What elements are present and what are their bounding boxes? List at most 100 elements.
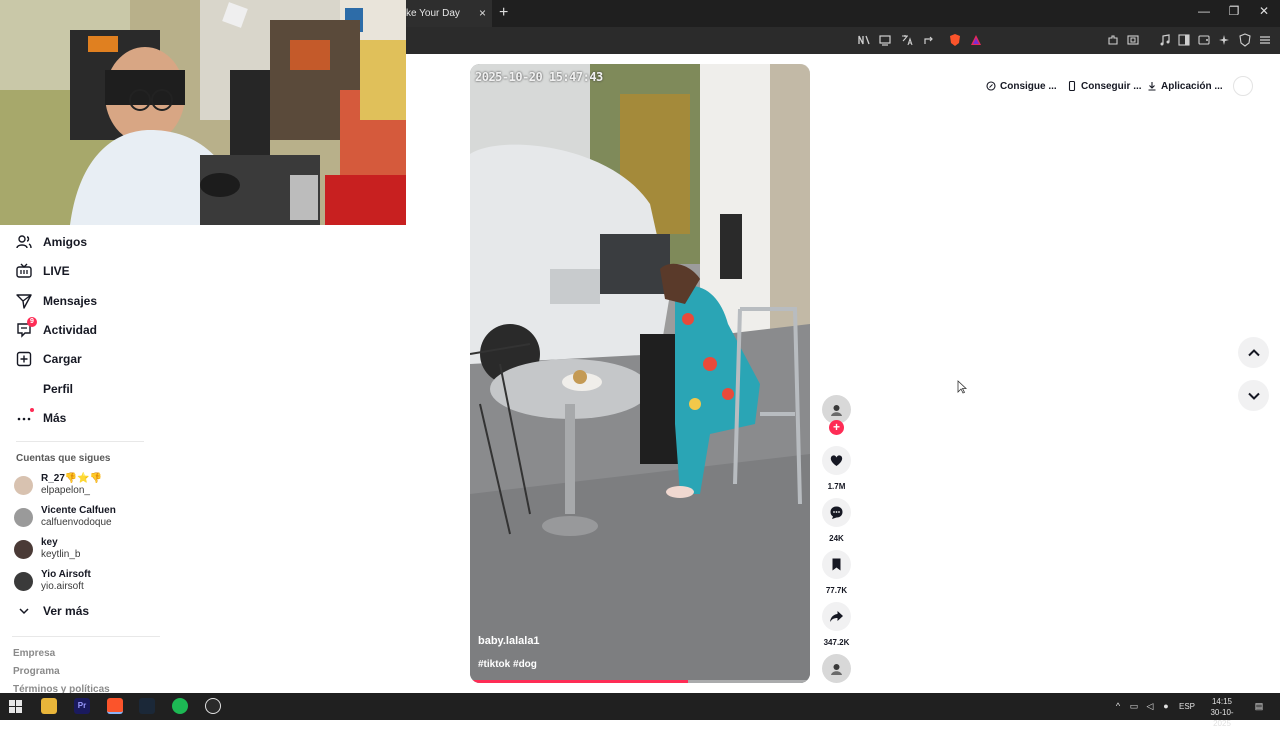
heart-icon — [830, 455, 843, 466]
windows-start-icon[interactable] — [9, 700, 22, 713]
activity-icon: 9 — [16, 317, 37, 338]
following-account[interactable]: R_27👎⭐👎 elpapelon_ — [14, 472, 102, 498]
vpn-shield-icon[interactable] — [1238, 33, 1252, 47]
footer-link-programa[interactable]: Programa — [13, 666, 60, 677]
mouse-cursor-icon — [957, 380, 967, 394]
brave-shields-icon[interactable] — [948, 33, 962, 47]
tab-title: ke Your Day — [406, 8, 460, 19]
account-name: Vicente Calfuen — [41, 505, 116, 516]
following-account[interactable]: key keytlin_b — [14, 536, 80, 562]
sidebar-item-label: LIVE — [43, 264, 70, 278]
desktop-app-link[interactable]: Aplicación ... — [1147, 77, 1223, 95]
keyboard-language[interactable]: ESP — [1179, 702, 1195, 711]
save-button[interactable] — [822, 550, 851, 579]
follow-button[interactable]: + — [829, 420, 844, 435]
video-hashtags[interactable]: #tiktok #dog — [478, 659, 537, 670]
media-music-icon[interactable] — [1158, 33, 1172, 47]
sidebar-item-label: Más — [43, 411, 67, 425]
live-tv-icon — [16, 263, 32, 279]
following-account[interactable]: Vicente Calfuen calfuenvodoque — [14, 504, 116, 530]
brave-browser-icon[interactable] — [107, 698, 123, 714]
next-video-button[interactable] — [1238, 380, 1269, 411]
get-coins-link[interactable]: Consigue ... — [986, 77, 1057, 95]
new-indicator-dot — [30, 408, 34, 412]
menu-hamburger-icon[interactable] — [1258, 33, 1272, 47]
steam-icon[interactable] — [139, 698, 155, 714]
share-button[interactable] — [822, 602, 851, 631]
file-explorer-icon[interactable] — [41, 698, 57, 714]
send-icon — [16, 293, 32, 309]
screenshot-icon[interactable] — [1126, 33, 1140, 47]
video-player[interactable]: 2025-10-20 15:47:43 baby.lalala1 #tiktok… — [470, 64, 810, 683]
bookmark-icon — [832, 558, 841, 571]
minimize-button[interactable]: — — [1192, 4, 1216, 18]
sidebar-item-perfil[interactable]: Perfil — [16, 378, 73, 400]
get-app-link[interactable]: Conseguir ... — [1067, 77, 1142, 95]
sidebar-item-mensajes[interactable]: Mensajes — [16, 290, 97, 312]
sidebar-toggle-icon[interactable] — [1177, 33, 1191, 47]
browser-tab[interactable]: ke Your Day × — [396, 0, 492, 27]
save-count: 77.7K — [825, 586, 848, 595]
sidebar-item-label: Amigos — [43, 235, 88, 249]
clock-date: 30-10-2025 — [1210, 708, 1234, 728]
video-progress-fill — [470, 680, 688, 683]
sidebar-item-label: Actividad — [43, 323, 98, 337]
microphone-icon[interactable]: ● — [1161, 701, 1171, 711]
like-button[interactable] — [822, 446, 851, 475]
avatar — [14, 571, 33, 591]
new-tab-button[interactable]: + — [499, 4, 508, 22]
windows-taskbar — [0, 693, 1280, 720]
share-count: 347.2K — [823, 638, 850, 647]
webcam-feed-image — [0, 0, 406, 225]
restore-button[interactable]: ❐ — [1222, 4, 1246, 18]
premiere-pro-icon[interactable]: Pr — [74, 698, 90, 714]
volume-icon[interactable]: ◁ — [1145, 701, 1155, 711]
extensions-icon[interactable] — [1106, 33, 1120, 47]
share-icon[interactable] — [922, 33, 936, 47]
leo-ai-icon[interactable] — [1218, 33, 1232, 47]
following-section-title: Cuentas que sigues — [16, 453, 111, 464]
network-icon[interactable]: ▭ — [1129, 701, 1139, 711]
translate-icon[interactable] — [900, 33, 914, 47]
video-author[interactable]: baby.lalala1 — [478, 635, 540, 647]
account-name: Yio Airsoft — [41, 569, 91, 580]
brave-rewards-icon[interactable] — [969, 33, 983, 47]
tray-overflow-icon[interactable]: ^ — [1113, 701, 1123, 711]
pill-label: Conseguir ... — [1081, 80, 1142, 92]
cast-icon[interactable] — [878, 33, 892, 47]
see-more-button[interactable]: Ver más — [16, 600, 89, 622]
following-account[interactable]: Yio Airsoft yio.airsoft — [14, 568, 91, 594]
footer-link-empresa[interactable]: Empresa — [13, 648, 55, 659]
avatar — [14, 475, 33, 495]
profile-avatar-button[interactable] — [1233, 76, 1253, 96]
clock-time: 14:15 — [1211, 697, 1233, 706]
share-arrow-icon — [830, 611, 843, 622]
phone-icon — [1067, 81, 1077, 91]
wallet-icon[interactable] — [1197, 33, 1211, 47]
sidebar-divider — [12, 636, 160, 637]
obs-studio-icon[interactable] — [205, 698, 221, 714]
window-close-button[interactable]: ✕ — [1252, 4, 1276, 18]
account-name: key — [41, 537, 58, 548]
more-dots-icon — [16, 408, 34, 426]
music-disc-avatar[interactable] — [822, 654, 851, 683]
video-timestamp-overlay: 2025-10-20 15:47:43 — [475, 70, 603, 84]
reader-mode-icon[interactable] — [857, 33, 871, 47]
chevron-down-icon — [1247, 392, 1260, 400]
spotify-icon[interactable] — [172, 698, 188, 714]
sidebar-item-amigos[interactable]: Amigos — [16, 231, 87, 253]
users-icon — [16, 234, 32, 250]
sidebar-divider — [16, 441, 144, 442]
pill-label: Aplicación ... — [1161, 80, 1223, 92]
account-username: keytlin_b — [41, 549, 81, 560]
previous-video-button[interactable] — [1238, 337, 1269, 368]
tab-close-icon[interactable]: × — [479, 6, 486, 20]
system-clock[interactable]: 14:15 30-10-2025 — [1202, 696, 1242, 729]
sidebar-item-cargar[interactable]: Cargar — [16, 348, 82, 370]
notifications-icon[interactable]: ▤ — [1253, 701, 1265, 711]
sidebar-item-mas[interactable]: Más — [16, 407, 66, 429]
sidebar-item-live[interactable]: LIVE — [16, 260, 70, 282]
sidebar-item-actividad[interactable]: 9 Actividad — [16, 317, 98, 341]
comment-button[interactable] — [822, 498, 851, 527]
sidebar-item-label: Mensajes — [43, 294, 98, 308]
